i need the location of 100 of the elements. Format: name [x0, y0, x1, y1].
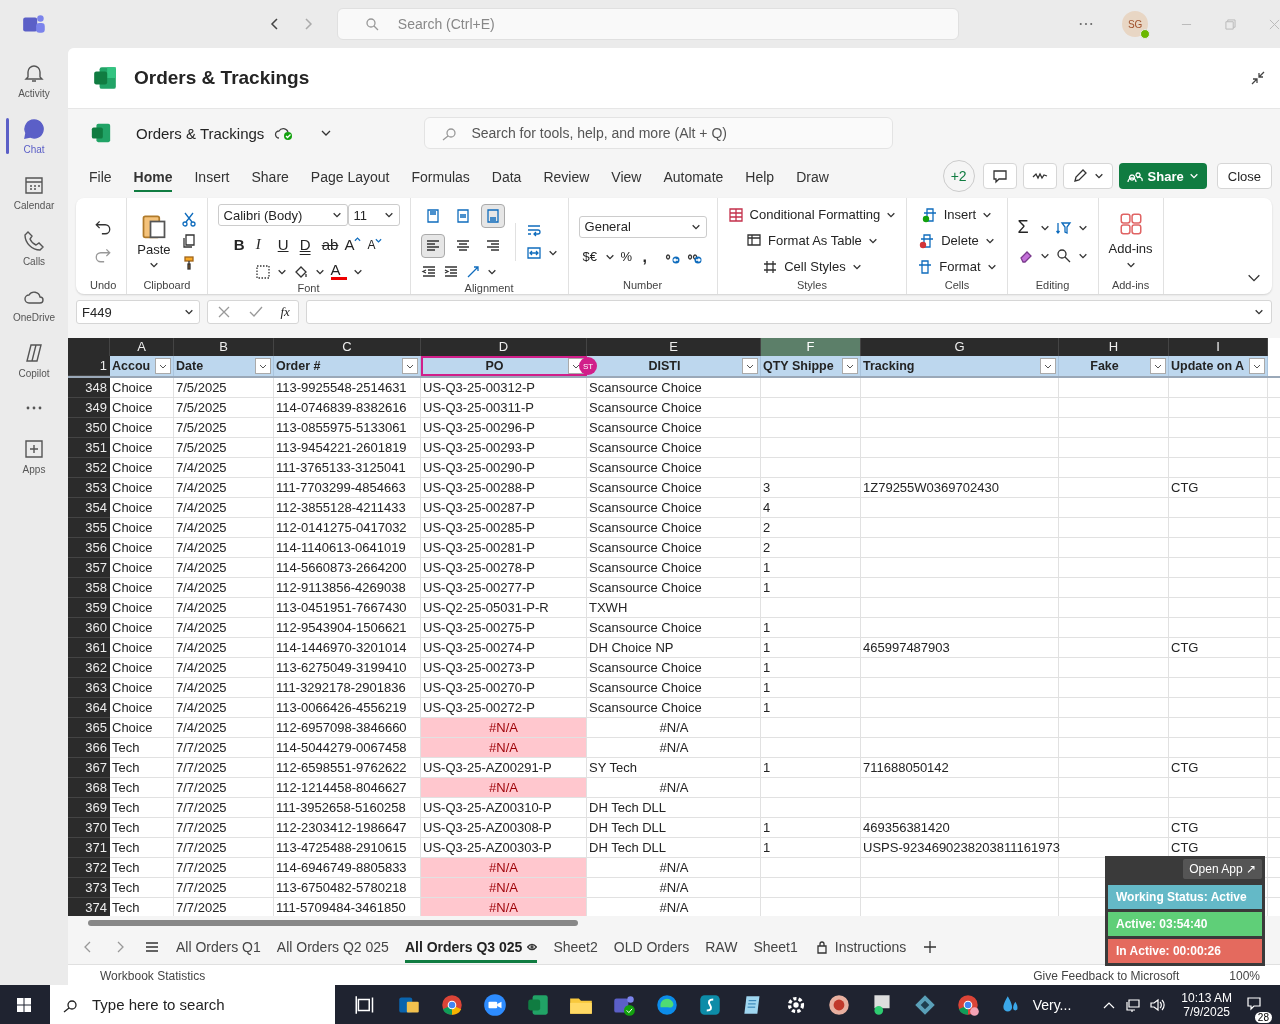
- percent-button[interactable]: %: [620, 249, 637, 264]
- row-header[interactable]: 359: [68, 598, 110, 618]
- clock-date[interactable]: 7/9/2025: [1183, 1004, 1230, 1019]
- add-sheet-icon[interactable]: [922, 939, 939, 955]
- row-header[interactable]: 374: [68, 898, 110, 916]
- caret-icon[interactable]: [1254, 307, 1264, 317]
- filter-dropdown-icon[interactable]: [1150, 358, 1166, 374]
- more-icon[interactable]: [1079, 22, 1094, 26]
- column-header[interactable]: G: [861, 338, 1059, 356]
- column-header[interactable]: E: [587, 338, 761, 356]
- search-bar[interactable]: Search for tools, help, and more (Alt + Q): [424, 117, 894, 149]
- taskbar-search-bar[interactable]: Type here to search: [50, 985, 335, 1024]
- merge-cells-icon[interactable]: [525, 245, 542, 261]
- clock-time[interactable]: 10:13 AM: [1181, 990, 1232, 1005]
- cells-button[interactable]: Insert: [921, 206, 993, 223]
- font-name-dropdown[interactable]: Calibri (Body): [217, 204, 348, 226]
- menu-tab[interactable]: Formulas: [411, 160, 470, 192]
- volume-icon[interactable]: [1149, 996, 1166, 1013]
- add-ins-button[interactable]: Add-ins: [1108, 211, 1153, 270]
- paste-button[interactable]: Paste: [137, 211, 171, 270]
- currency-button[interactable]: $€: [582, 249, 599, 264]
- search-input[interactable]: Search for tools, help, and more (Alt + Q): [469, 124, 893, 142]
- rail-item[interactable]: Copilot: [0, 336, 68, 384]
- column-header[interactable]: B: [174, 338, 274, 356]
- row-header[interactable]: 365: [68, 718, 110, 738]
- grow-font-button[interactable]: A: [344, 236, 362, 253]
- user-avatar[interactable]: SG: [1122, 11, 1149, 37]
- menu-tab[interactable]: Draw: [796, 160, 829, 192]
- menu-icon[interactable]: [144, 939, 160, 955]
- caret-icon[interactable]: [1039, 251, 1050, 261]
- search-icon[interactable]: [1055, 248, 1072, 264]
- copy-icon[interactable]: [180, 232, 197, 249]
- row-header[interactable]: 371: [68, 838, 110, 858]
- name-box[interactable]: F449: [76, 300, 200, 324]
- search-input[interactable]: Search (Ctrl+E): [395, 15, 959, 33]
- column-header[interactable]: D: [421, 338, 587, 356]
- sheet-tab[interactable]: OLD Orders: [613, 931, 690, 963]
- style-button[interactable]: Conditional Formatting: [727, 206, 897, 223]
- rail-item[interactable]: Chat: [0, 112, 68, 160]
- cells-button[interactable]: Format: [917, 258, 997, 275]
- row-header[interactable]: 364: [68, 698, 110, 718]
- shrink-font-button[interactable]: A: [367, 237, 384, 252]
- rail-item[interactable]: Calls: [0, 224, 68, 272]
- menu-tab[interactable]: Share: [251, 160, 289, 192]
- menu-tab[interactable]: Data: [491, 160, 522, 192]
- font-style-button[interactable]: U: [277, 236, 294, 253]
- menu-tab[interactable]: Help: [745, 160, 775, 192]
- search-input[interactable]: Type here to search: [90, 995, 335, 1014]
- menu-tab[interactable]: View: [611, 160, 642, 192]
- font-style-button[interactable]: D: [299, 236, 316, 253]
- column-header[interactable]: H: [1059, 338, 1169, 356]
- wrap-text-icon[interactable]: [525, 223, 542, 239]
- row-header[interactable]: 373: [68, 878, 110, 898]
- row-header[interactable]: 363: [68, 678, 110, 698]
- row-header[interactable]: 361: [68, 638, 110, 658]
- caret-icon[interactable]: [547, 248, 558, 258]
- filter-dropdown-icon[interactable]: [255, 358, 271, 374]
- row-header[interactable]: 354: [68, 498, 110, 518]
- row-header[interactable]: 368: [68, 778, 110, 798]
- rail-item[interactable]: Apps: [0, 432, 68, 480]
- filter-dropdown-icon[interactable]: [742, 358, 758, 374]
- menu-tab[interactable]: Insert: [194, 160, 230, 192]
- style-button[interactable]: Format As Table: [746, 232, 878, 249]
- cells-button[interactable]: Delete: [919, 232, 995, 249]
- row-header[interactable]: 351: [68, 438, 110, 458]
- column-header[interactable]: I: [1169, 338, 1268, 356]
- menu-tab[interactable]: Review: [543, 160, 590, 192]
- sort-filter-icon[interactable]: [1055, 219, 1072, 236]
- menu-tab[interactable]: Page Layout: [310, 160, 390, 192]
- row-header[interactable]: 349: [68, 398, 110, 418]
- workbook-name[interactable]: Orders & Trackings: [136, 124, 265, 142]
- increase-indent-icon[interactable]: [442, 264, 459, 280]
- row-header[interactable]: 372: [68, 858, 110, 878]
- column-header[interactable]: C: [274, 338, 421, 356]
- video-app-icon[interactable]: [482, 991, 509, 1018]
- feedback-link[interactable]: Give Feedback to Microsoft: [1033, 969, 1180, 983]
- rail-item[interactable]: Activity: [0, 56, 68, 104]
- menu-tab[interactable]: Automate: [663, 160, 724, 192]
- network-icon[interactable]: [1125, 996, 1142, 1013]
- collapse-icon[interactable]: [1250, 70, 1266, 86]
- caret-icon[interactable]: [486, 267, 497, 277]
- font-style-button[interactable]: B: [233, 236, 250, 253]
- sheet-tab[interactable]: RAW: [705, 931, 738, 963]
- sheet-tab[interactable]: Sheet1: [753, 931, 798, 963]
- open-app-link[interactable]: Open App ↗: [1183, 859, 1262, 879]
- weather-text[interactable]: Very...: [1032, 996, 1072, 1013]
- font-size-dropdown[interactable]: 11: [347, 204, 400, 226]
- rail-item[interactable]: OneDrive: [0, 280, 68, 328]
- row-header[interactable]: 1: [68, 356, 110, 376]
- decrease-indent-icon[interactable]: [420, 264, 437, 280]
- row-header[interactable]: 353: [68, 478, 110, 498]
- column-header[interactable]: F: [761, 338, 861, 356]
- row-header[interactable]: 356: [68, 538, 110, 558]
- start-icon[interactable]: [16, 996, 32, 1013]
- sheet-tab[interactable]: Sheet2: [553, 931, 598, 963]
- more-icon[interactable]: [26, 406, 42, 410]
- filter-dropdown-icon[interactable]: [842, 358, 858, 374]
- row-header[interactable]: 366: [68, 738, 110, 758]
- sheet-tab[interactable]: All Orders Q1: [176, 931, 261, 963]
- row-header[interactable]: 357: [68, 558, 110, 578]
